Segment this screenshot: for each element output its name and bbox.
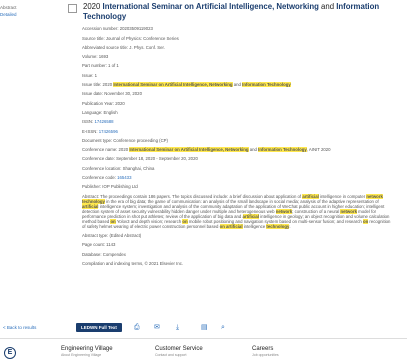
print-icon[interactable]: ⎙ [134,323,140,332]
source-title: Source title: Journal of Physics: Confer… [82,35,179,41]
record-title-row: 2020 International Seminar on Artificial… [68,2,393,22]
conference-date: Conference date: September 18, 2020 - Se… [82,156,198,162]
record-view-nav: Abstract Detailed [0,4,55,18]
record-fields: Accession number: 20203509119023 Source … [82,26,393,266]
footer-careers: Careers Job opportunities [252,346,279,357]
page-count: Page count: 1143 [82,242,116,248]
abstract-view-link[interactable]: Abstract [0,4,55,11]
eissn: E-ISSN: 17426596 [82,128,118,134]
copyright: Compilation and indexing terms, © 2021 E… [82,260,184,266]
abstract: Abstract: The proceedings contain 186 pa… [82,193,391,229]
download-icon[interactable]: ⤓ [176,323,179,332]
detailed-view-link[interactable]: Detailed [0,11,55,18]
site-footer: E Engineering Village About Engineering … [0,338,407,359]
database: Database: Compendex [82,251,126,257]
search-icon[interactable]: ⌕ [221,323,225,332]
select-record-checkbox[interactable] [68,4,77,13]
conference-code-link[interactable]: 165433 [117,175,131,180]
email-icon[interactable]: ✉ [154,323,160,332]
elsevier-logo-icon: E [4,347,16,359]
eissn-link[interactable]: 17426596 [99,129,118,134]
accession-number: Accession number: 20203509119023 [82,26,153,32]
issue-date: Issue date: November 30, 2020 [82,91,142,97]
conference-name: Conference name: 2020 International Semi… [82,147,331,153]
conference-location: Conference location: Shanghai, China [82,165,155,171]
part-number: Part number: 1 of 1 [82,63,119,69]
issn-link[interactable]: 17426588 [94,119,113,124]
full-text-button[interactable]: LEDWN Full Text [76,323,122,332]
publication-year: Publication Year: 2020 [82,100,125,106]
publisher: Publisher: IOP Publishing Ltd [82,184,138,190]
document-type: Document type: Conference proceeding (CP… [82,137,168,143]
abstract-type: Abstract type: (Edited Abstract) [82,232,142,238]
conference-code: Conference code: 165433 [82,175,132,181]
issue: Issue: 1 [82,72,98,78]
back-to-results-link[interactable]: < Back to results [3,325,36,330]
language: Language: English [82,109,118,115]
record-detail: 2020 International Seminar on Artificial… [68,2,393,266]
volume: Volume: 1693 [82,54,109,60]
footer-customer-service: Customer Service Contact and support [155,346,203,357]
abbreviated-source: Abbreviated source title: J. Phys. Conf.… [82,44,165,50]
bibliography-icon[interactable]: ▤ [201,323,208,332]
record-title: 2020 International Seminar on Artificial… [83,2,380,21]
issn: ISSN: 17426588 [82,119,114,125]
record-toolbar: < Back to results LEDWN Full Text ⎙ ✉ ⤓ … [0,321,407,335]
issue-title: Issue title: 2020 International Seminar … [82,82,291,88]
footer-engineering-village: Engineering Village About Engineering Vi… [61,346,113,357]
